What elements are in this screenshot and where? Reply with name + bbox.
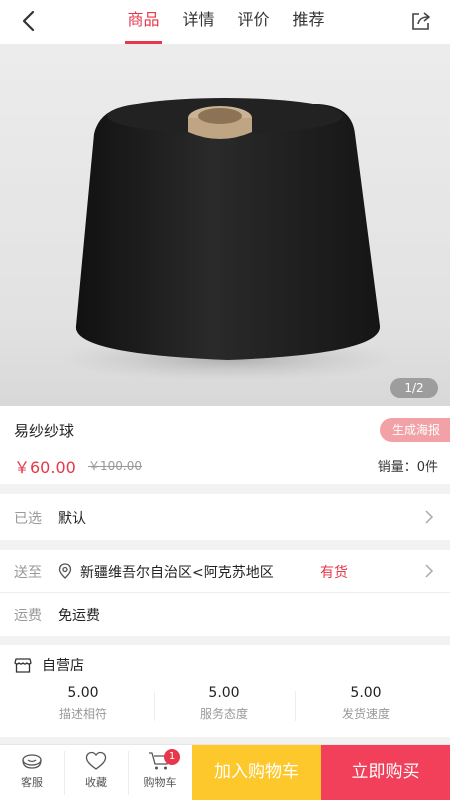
tab-recommend[interactable]: 推荐 — [281, 0, 336, 44]
shipping-value: 免运费 — [58, 608, 100, 624]
stock-status: 有货 — [320, 565, 348, 581]
score-value: 5.00 — [67, 685, 99, 701]
store-name: 自营店 — [42, 658, 84, 674]
product-info: 易纱纱球 生成海报 ￥60.00 ￥100.00 销量：0件 — [0, 406, 450, 484]
favorite-label: 收藏 — [85, 776, 107, 789]
heart-icon — [85, 751, 107, 770]
chevron-right-icon — [425, 564, 434, 578]
share-button[interactable] — [408, 8, 434, 34]
customer-service-button[interactable]: 客服 — [0, 745, 64, 800]
shipping-label: 运费 — [14, 608, 42, 624]
top-navigation-bar: 商品 详情 评价 推荐 — [0, 0, 450, 44]
back-button[interactable] — [14, 6, 44, 36]
score-label: 描述相符 — [58, 707, 107, 721]
score-label: 服务态度 — [199, 707, 248, 721]
cart-button[interactable]: 1 购物车 — [128, 745, 192, 800]
shipping-row: 运费 免运费 — [0, 593, 450, 636]
image-pager: 1/2 — [390, 378, 438, 398]
selected-option-row[interactable]: 已选 默认 — [0, 494, 450, 540]
score-value: 5.00 — [350, 685, 382, 701]
score-description: 5.00 描述相符 — [8, 685, 158, 722]
product-title: 易纱纱球 — [14, 422, 75, 440]
product-image — [0, 44, 450, 406]
section-tabs: 商品 详情 评价 推荐 — [116, 0, 336, 44]
tab-details[interactable]: 详情 — [171, 0, 226, 44]
sales-count: 销量：0件 — [377, 460, 438, 475]
tab-reviews[interactable]: 评价 — [226, 0, 281, 44]
cart-label: 购物车 — [143, 776, 177, 789]
store-icon — [14, 658, 32, 673]
selected-label: 已选 — [14, 511, 42, 527]
delivery-address: 新疆维吾尔自治区<阿克苏地区 — [80, 565, 274, 581]
bottom-action-bar: 客服 收藏 1 购物车 加入购物车 立即购买 — [0, 744, 450, 800]
cart-count-badge: 1 — [164, 749, 180, 765]
delivery-row[interactable]: 送至 新疆维吾尔自治区<阿克苏地区 有货 — [0, 550, 450, 592]
score-shipping: 5.00 发货速度 — [291, 685, 441, 722]
customer-service-label: 客服 — [21, 776, 43, 789]
product-image-gallery[interactable]: 1/2 — [0, 44, 450, 406]
back-arrow-icon — [22, 10, 35, 32]
buy-now-button[interactable]: 立即购买 — [321, 745, 450, 800]
current-price: ￥60.00 — [14, 458, 76, 477]
score-service: 5.00 服务态度 — [149, 685, 299, 722]
favorite-button[interactable]: 收藏 — [64, 745, 128, 800]
score-label: 发货速度 — [341, 707, 390, 721]
location-pin-icon — [58, 563, 72, 579]
headset-icon — [22, 754, 42, 769]
delivery-label: 送至 — [14, 565, 42, 581]
chevron-right-icon — [425, 510, 434, 524]
tab-product[interactable]: 商品 — [116, 0, 171, 44]
store-section[interactable]: 自营店 5.00 描述相符 5.00 服务态度 5.00 发货速度 — [0, 645, 450, 737]
score-value: 5.00 — [208, 685, 240, 701]
original-price: ￥100.00 — [88, 459, 142, 473]
share-icon — [412, 12, 430, 30]
selected-value: 默认 — [58, 511, 86, 527]
add-to-cart-button[interactable]: 加入购物车 — [192, 745, 321, 800]
generate-poster-button[interactable]: 生成海报 — [379, 418, 450, 442]
